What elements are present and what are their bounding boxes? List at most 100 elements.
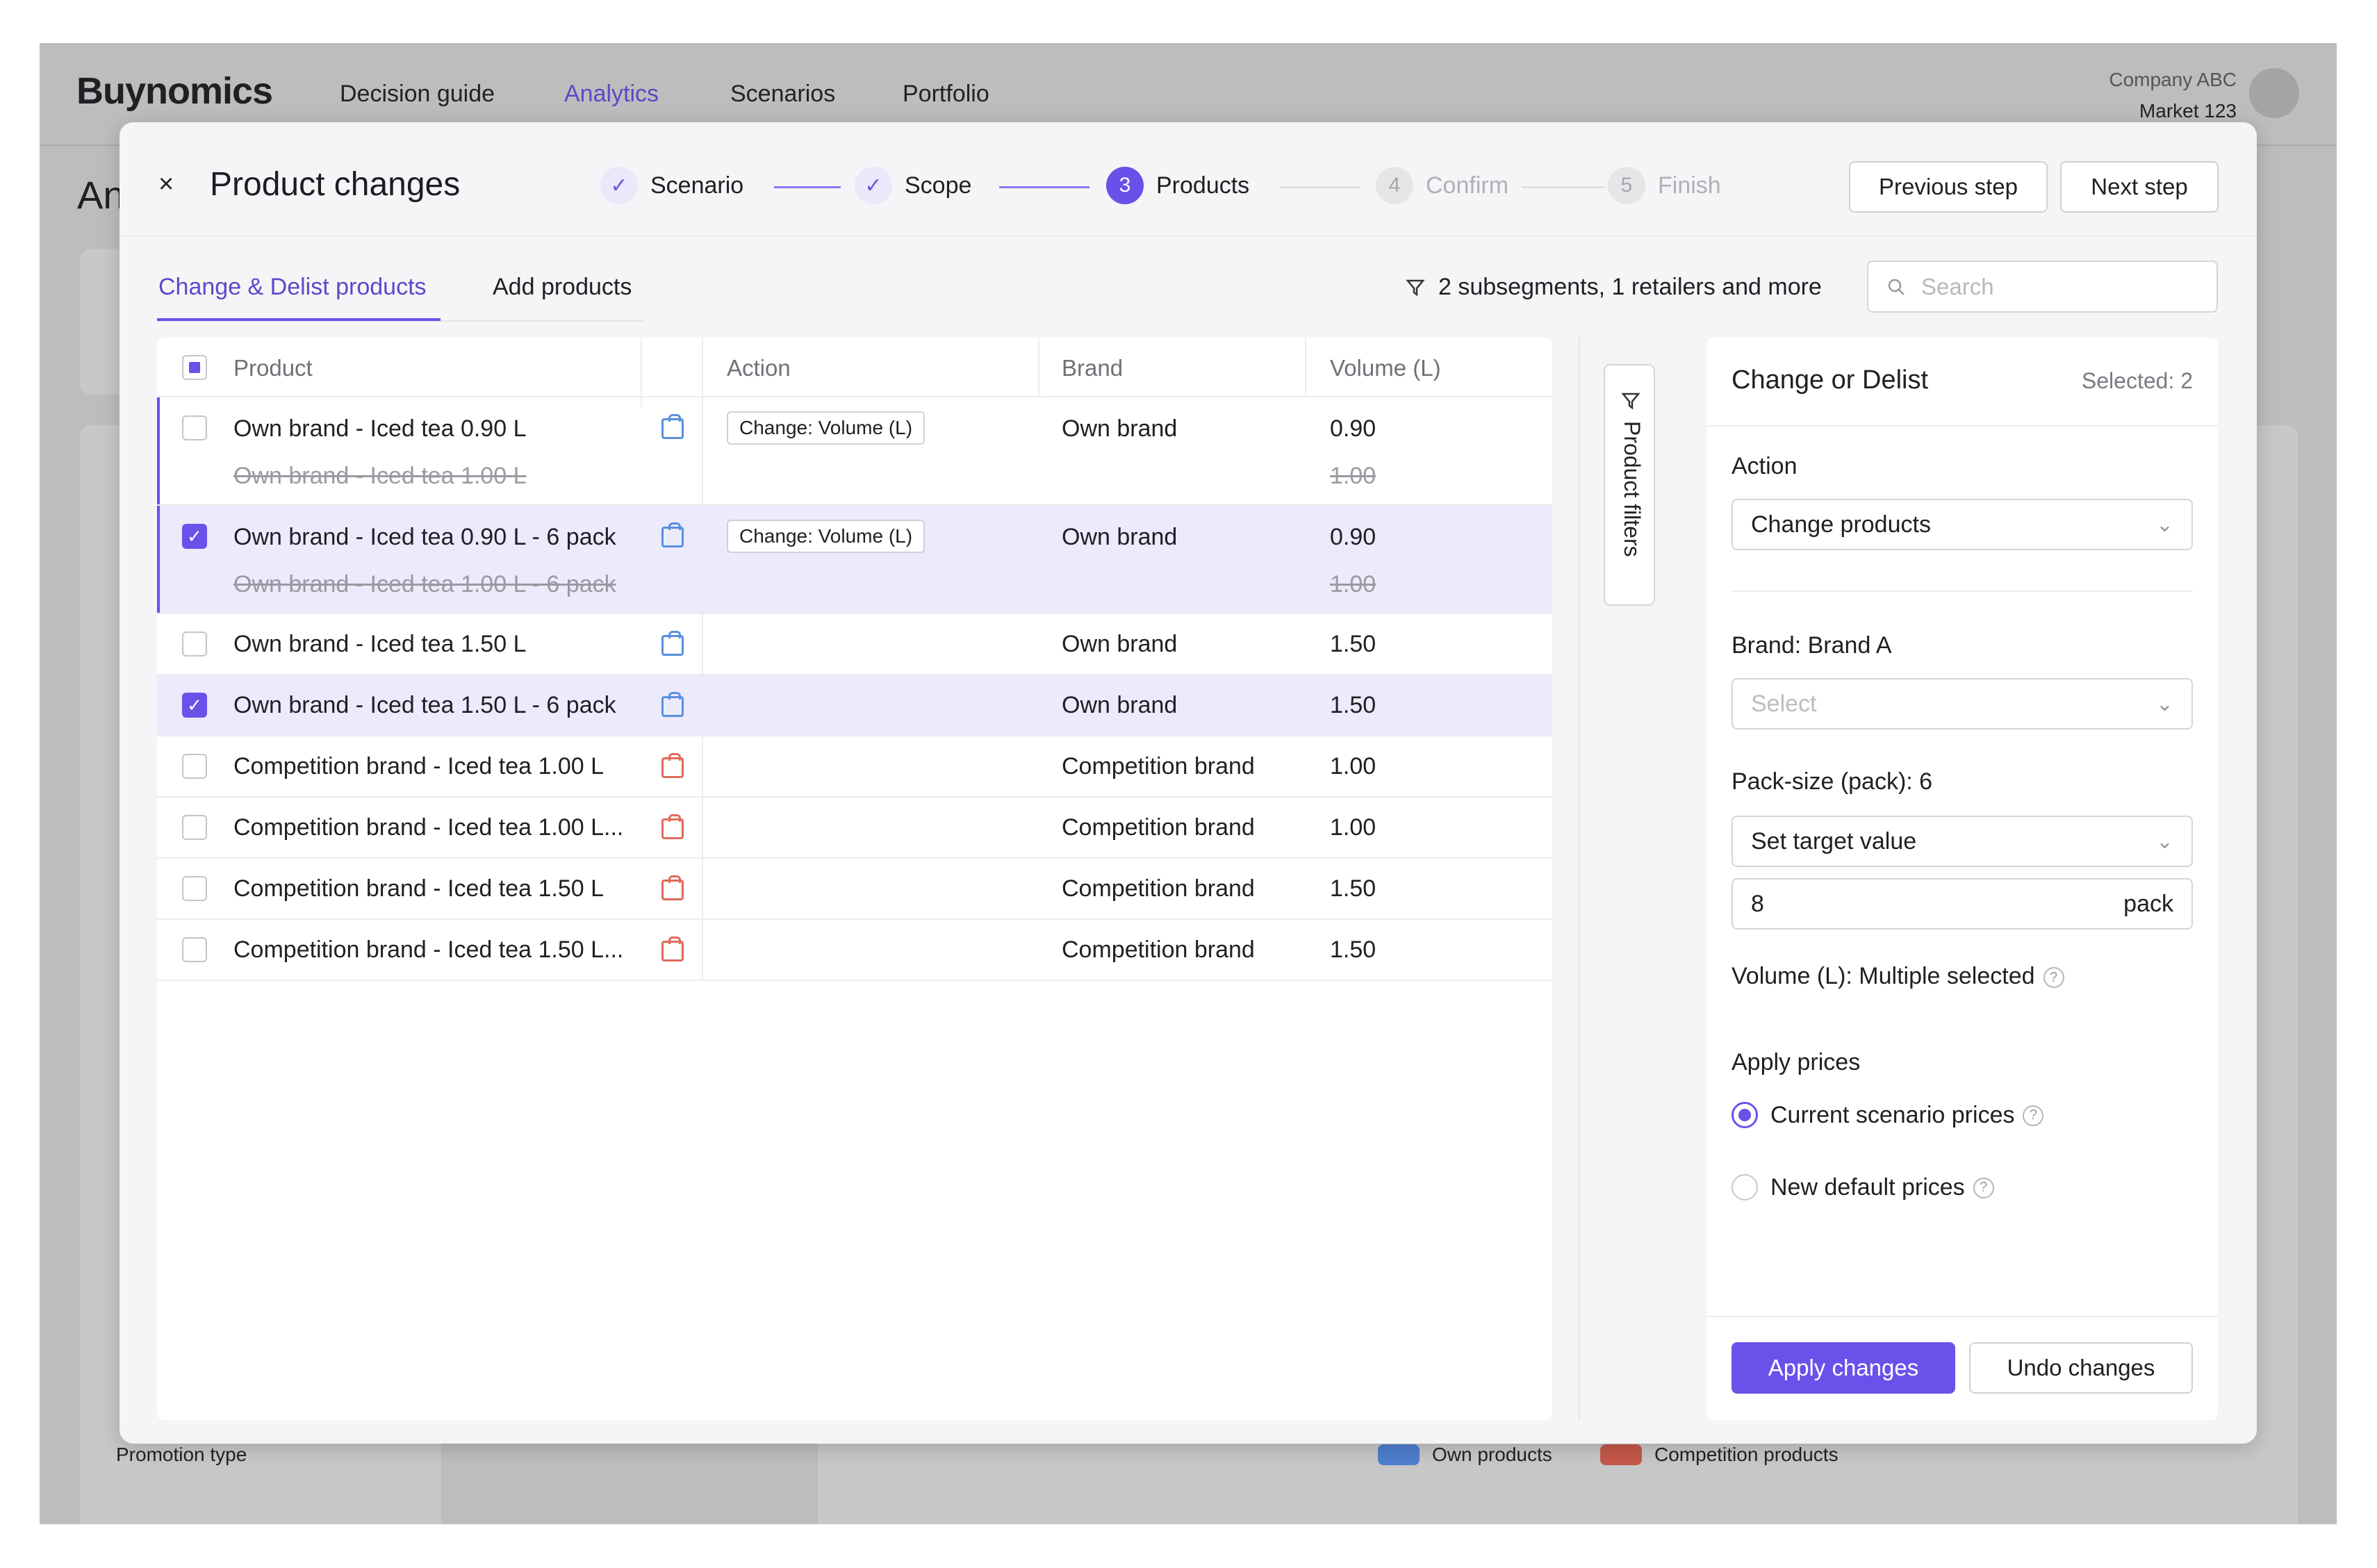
apply-prices-label: Apply prices — [1732, 1049, 1861, 1075]
step-label: Scenario — [650, 172, 744, 199]
search-placeholder: Search — [1921, 273, 1994, 299]
column-header-brand[interactable]: Brand — [1062, 355, 1123, 381]
row-checkbox[interactable] — [182, 937, 207, 962]
legend-competition-label: Competition products — [1654, 1444, 1839, 1465]
search-input[interactable]: Search — [1867, 261, 2218, 313]
table-row[interactable]: Own brand - Iced tea 0.90 L Own brand - … — [157, 397, 1552, 506]
brand-cell: Competition brand — [1062, 936, 1255, 963]
product-name: Competition brand - Iced tea 1.50 L — [233, 875, 604, 902]
table-row[interactable]: Competition brand - Iced tea 1.00 L Comp… — [157, 736, 1552, 798]
previous-step-button[interactable]: Previous step — [1849, 161, 2048, 213]
row-checkbox[interactable] — [182, 754, 207, 779]
select-all-checkbox[interactable] — [182, 355, 207, 380]
step-finish: 5 Finish — [1608, 167, 1721, 204]
search-icon — [1888, 279, 1905, 295]
brand-cell: Own brand — [1062, 415, 1178, 442]
check-icon: ✓ — [855, 167, 892, 204]
table-row[interactable]: Own brand - Iced tea 1.50 L Own brand 1.… — [157, 614, 1552, 675]
brand-label: Brand: Brand A — [1732, 632, 1892, 659]
radio-current-text: Current scenario prices — [1770, 1102, 2015, 1128]
help-icon[interactable]: ? — [1973, 1177, 1994, 1198]
product-name: Competition brand - Iced tea 1.50 L... — [233, 936, 624, 963]
nav-portfolio[interactable]: Portfolio — [903, 81, 989, 108]
old-volume-cell: 1.00 — [1330, 571, 1376, 597]
pack-size-input[interactable]: 8 pack — [1732, 878, 2193, 930]
action-select[interactable]: Change products ⌄ — [1732, 499, 2193, 550]
row-checkbox[interactable] — [182, 815, 207, 840]
filter-icon — [1621, 393, 1640, 410]
column-divider — [641, 338, 642, 407]
selected-count: Selected: 2 — [2081, 368, 2193, 393]
changed-row-marker — [157, 506, 160, 613]
action-tag: Change: Volume (L) — [727, 411, 926, 445]
column-header-action[interactable]: Action — [727, 355, 791, 381]
filter-summary[interactable]: 2 subsegments, 1 retailers and more — [1405, 274, 1822, 301]
pack-size-mode-select[interactable]: Set target value ⌄ — [1732, 816, 2193, 867]
company-name: Company ABC — [2109, 69, 2237, 90]
nav-scenarios[interactable]: Scenarios — [730, 81, 835, 108]
old-volume-cell: 1.00 — [1330, 463, 1376, 489]
table-header: Product Action Brand Volume (L) — [157, 338, 1552, 397]
step-label: Confirm — [1426, 172, 1509, 199]
close-icon[interactable]: × — [158, 170, 174, 199]
undo-changes-button[interactable]: Undo changes — [1969, 1342, 2193, 1394]
volume-cell: 1.50 — [1330, 692, 1376, 718]
step-scope[interactable]: ✓ Scope — [855, 167, 971, 204]
avatar[interactable] — [2249, 68, 2299, 118]
product-name: Competition brand - Iced tea 1.00 L — [233, 753, 604, 779]
step-number: 5 — [1608, 167, 1645, 204]
brand-select[interactable]: Select ⌄ — [1732, 678, 2193, 729]
legend-own-products: Own products — [1378, 1444, 1552, 1466]
next-step-button[interactable]: Next step — [2060, 161, 2219, 213]
table-row[interactable]: Competition brand - Iced tea 1.50 L... C… — [157, 920, 1552, 981]
row-checkbox[interactable] — [182, 876, 207, 901]
row-checkbox[interactable]: ✓ — [182, 524, 207, 549]
table-row[interactable]: Competition brand - Iced tea 1.00 L... C… — [157, 798, 1552, 859]
table-row[interactable]: Competition brand - Iced tea 1.50 L Comp… — [157, 859, 1552, 920]
column-header-product[interactable]: Product — [233, 355, 313, 381]
apply-changes-button[interactable]: Apply changes — [1732, 1342, 1955, 1394]
step-connector — [1280, 186, 1360, 188]
volume-cell: 1.00 — [1330, 753, 1376, 779]
step-label: Products — [1156, 172, 1250, 199]
tab-change-delist[interactable]: Change & Delist products — [158, 274, 427, 301]
brand-cell: Own brand — [1062, 692, 1178, 718]
radio-current-scenario-prices[interactable] — [1732, 1102, 1758, 1128]
product-changes-modal: × Product changes ✓ Scenario ✓ Scope 3 P… — [120, 122, 2257, 1444]
old-product-name: Own brand - Iced tea 1.00 L — [233, 463, 527, 489]
column-header-volume[interactable]: Volume (L) — [1330, 355, 1441, 381]
help-icon[interactable]: ? — [2043, 967, 2064, 989]
competition-product-icon — [661, 875, 684, 900]
table-row[interactable]: ✓ Own brand - Iced tea 0.90 L - 6 pack O… — [157, 506, 1552, 614]
modal-header: × Product changes ✓ Scenario ✓ Scope 3 P… — [120, 122, 2257, 237]
legend-own-label: Own products — [1432, 1444, 1552, 1465]
row-checkbox[interactable] — [182, 632, 207, 657]
own-swatch — [1378, 1444, 1420, 1465]
step-connector — [774, 186, 841, 188]
competition-product-icon — [661, 753, 684, 778]
volume-cell: 1.50 — [1330, 631, 1376, 657]
pack-size-value: 8 — [1751, 890, 1764, 917]
brand-cell: Own brand — [1062, 524, 1178, 550]
products-table: Product Action Brand Volume (L) Own bran… — [157, 338, 1552, 1420]
check-icon: ✓ — [600, 167, 638, 204]
product-filters-toggle[interactable]: Product filters — [1604, 364, 1655, 606]
step-scenario[interactable]: ✓ Scenario — [600, 167, 743, 204]
own-product-icon — [661, 414, 684, 439]
row-checkbox[interactable]: ✓ — [182, 693, 207, 718]
row-checkbox[interactable] — [182, 415, 207, 440]
radio-new-default-prices[interactable] — [1732, 1174, 1758, 1200]
nav-decision-guide[interactable]: Decision guide — [340, 81, 495, 108]
action-select-value: Change products — [1751, 511, 1931, 538]
volume-cell: 1.50 — [1330, 875, 1376, 902]
table-row[interactable]: ✓ Own brand - Iced tea 1.50 L - 6 pack O… — [157, 675, 1552, 736]
chevron-down-icon: ⌄ — [2155, 513, 2173, 536]
tab-add-products[interactable]: Add products — [493, 274, 632, 301]
help-icon[interactable]: ? — [2023, 1105, 2044, 1126]
pack-size-mode-value: Set target value — [1751, 827, 1917, 855]
own-product-icon — [661, 631, 684, 656]
brand-cell: Own brand — [1062, 631, 1178, 657]
panel-title: Change or Delist — [1732, 365, 1929, 395]
nav-analytics[interactable]: Analytics — [564, 81, 659, 108]
step-products[interactable]: 3 Products — [1106, 167, 1249, 204]
